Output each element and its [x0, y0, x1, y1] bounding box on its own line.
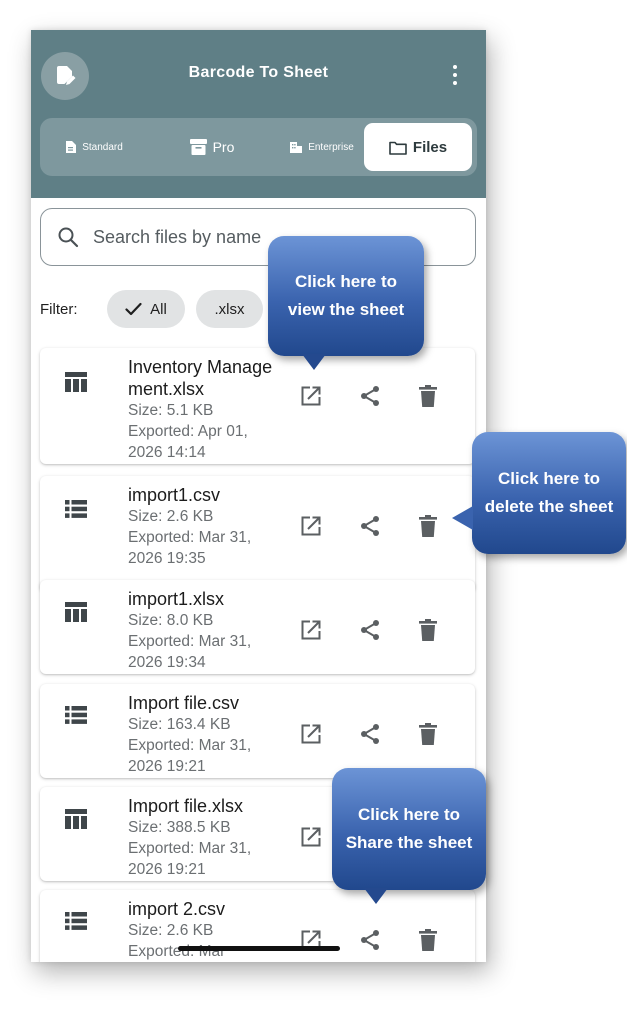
open-external-icon[interactable] — [297, 823, 325, 851]
share-icon[interactable] — [356, 926, 384, 954]
tab-enterprise[interactable]: Enterprise — [274, 123, 370, 171]
open-external-icon[interactable] — [297, 720, 325, 748]
filter-chip-xlsx-label: .xlsx — [214, 300, 245, 318]
callout-view-text: Click here to view the sheet — [287, 272, 405, 319]
tab-files-label: Files — [412, 138, 448, 156]
callout-delete-sheet: Click here to delete the sheet — [472, 432, 626, 554]
tab-enterprise-label: Enterprise — [308, 141, 354, 153]
more-vertical-icon[interactable] — [445, 62, 465, 88]
tab-standard-label: Standard — [82, 141, 123, 153]
filter-chip-all-label: All — [150, 300, 167, 318]
file-name: Inventory Management.xlsx — [128, 357, 273, 399]
filter-label: Filter: — [40, 301, 78, 318]
list-icon — [65, 912, 87, 930]
file-size: Size: 388.5 KB — [128, 819, 231, 836]
file-name: import1.csv — [128, 485, 221, 505]
open-external-icon[interactable] — [297, 512, 325, 540]
file-card[interactable]: Import file.csv Size: 163.4 KB Exported:… — [40, 684, 475, 778]
file-card[interactable]: import 2.csv Size: 2.6 KB Exported: Mar — [40, 890, 475, 962]
table-icon — [65, 809, 87, 829]
callout-view-pointer — [302, 354, 326, 370]
file-exported: Exported: Mar 31, 2026 19:21 — [128, 737, 252, 775]
search-icon — [58, 227, 79, 248]
archive-icon — [189, 139, 207, 155]
callout-delete-pointer — [452, 506, 473, 530]
callout-share-text: Click here to Share the sheet — [345, 805, 473, 852]
callout-view-sheet: Click here to view the sheet — [268, 236, 424, 356]
trash-icon[interactable] — [414, 512, 442, 540]
trash-icon[interactable] — [414, 926, 442, 954]
file-icon — [66, 141, 77, 153]
file-size: Size: 8.0 KB — [128, 612, 214, 629]
file-exported: Exported: Mar — [128, 943, 226, 960]
callout-share-sheet: Click here to Share the sheet — [332, 768, 486, 890]
file-exported: Exported: Mar 31, 2026 19:34 — [128, 633, 252, 671]
file-name: Import file.xlsx — [128, 796, 244, 816]
file-exported: Exported: Mar 31, 2026 19:35 — [128, 529, 252, 567]
trash-icon[interactable] — [414, 616, 442, 644]
share-icon[interactable] — [356, 382, 384, 410]
tab-standard[interactable]: Standard — [54, 123, 134, 171]
share-icon[interactable] — [356, 720, 384, 748]
callout-share-pointer — [364, 888, 388, 904]
list-icon — [65, 500, 87, 518]
tab-bar: Standard Pro Enterprise Files — [40, 118, 477, 176]
open-external-icon[interactable] — [297, 616, 325, 644]
share-icon[interactable] — [356, 512, 384, 540]
trash-icon[interactable] — [414, 382, 442, 410]
tab-files[interactable]: Files — [364, 123, 472, 171]
tab-pro[interactable]: Pro — [172, 123, 252, 171]
file-card[interactable]: import1.csv Size: 2.6 KB Exported: Mar 3… — [40, 476, 475, 592]
file-size: Size: 5.1 KB — [128, 402, 214, 419]
table-icon — [65, 602, 87, 622]
table-icon — [65, 372, 87, 392]
folder-icon — [389, 141, 407, 155]
building-icon — [290, 141, 303, 153]
file-exported: Exported: Apr 01, 2026 14:14 — [128, 423, 248, 461]
file-name: Import file.csv — [128, 693, 240, 713]
open-external-icon[interactable] — [297, 382, 325, 410]
callout-delete-text: Click here to delete the sheet — [484, 469, 614, 516]
file-exported: Exported: Mar 31, 2026 19:21 — [128, 840, 252, 878]
trash-icon[interactable] — [414, 720, 442, 748]
share-icon[interactable] — [356, 616, 384, 644]
file-size: Size: 163.4 KB — [128, 716, 231, 733]
file-size: Size: 2.6 KB — [128, 508, 214, 525]
file-name: import1.xlsx — [128, 589, 225, 609]
file-card[interactable]: import1.xlsx Size: 8.0 KB Exported: Mar … — [40, 580, 475, 674]
app-header: Barcode To Sheet Standard Pro Enterprise… — [31, 30, 486, 198]
search-placeholder: Search files by name — [93, 226, 262, 247]
check-icon — [125, 302, 142, 316]
filter-chip-xlsx[interactable]: .xlsx — [196, 290, 263, 328]
app-title: Barcode To Sheet — [188, 64, 329, 81]
tab-pro-label: Pro — [212, 139, 235, 155]
filter-chip-all[interactable]: All — [107, 290, 185, 328]
file-size: Size: 2.6 KB — [128, 922, 214, 939]
list-icon — [65, 706, 87, 724]
file-name: import 2.csv — [128, 899, 226, 919]
file-card[interactable]: Inventory Management.xlsx Size: 5.1 KB E… — [40, 348, 475, 464]
home-indicator[interactable] — [178, 946, 340, 951]
